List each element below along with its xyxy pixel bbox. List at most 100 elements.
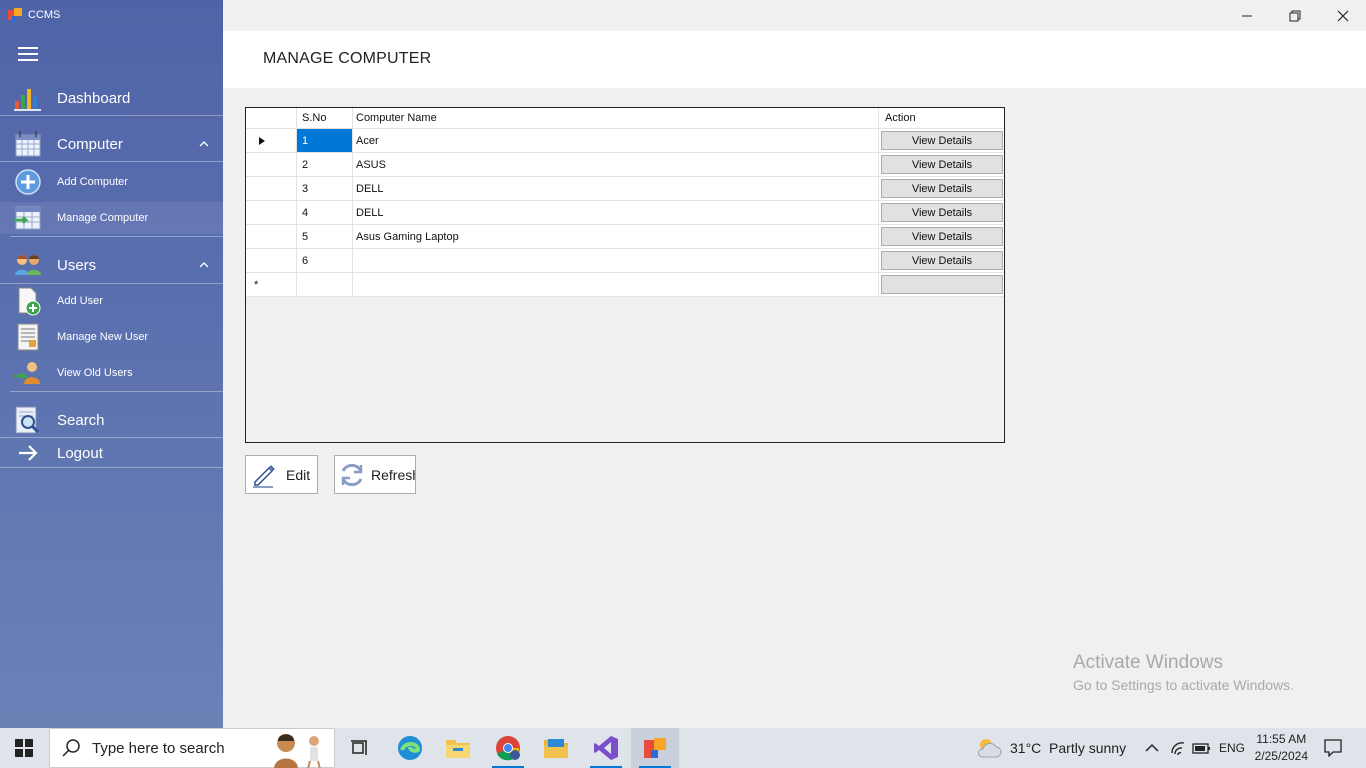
- nav-users[interactable]: Users: [0, 249, 223, 281]
- row-selector[interactable]: [246, 153, 297, 177]
- computer-grid[interactable]: S.No Computer Name Action 1 Acer View De…: [245, 107, 1005, 443]
- battery-icon[interactable]: [1192, 740, 1212, 756]
- cell-sno[interactable]: [297, 273, 353, 297]
- activate-windows-title: Activate Windows: [1073, 652, 1223, 673]
- file-explorer-icon[interactable]: [434, 728, 482, 768]
- cell-computer-name[interactable]: DELL: [353, 201, 879, 225]
- user-arrow-icon: [12, 358, 44, 388]
- weather-partly-sunny-icon[interactable]: [976, 735, 1002, 761]
- table-row[interactable]: 1 Acer View Details: [246, 129, 1004, 153]
- row-selector-icon[interactable]: [246, 129, 297, 153]
- view-details-button[interactable]: View Details: [881, 155, 1003, 174]
- calendar-grid-icon: [12, 129, 44, 159]
- cell-sno[interactable]: 6: [297, 249, 353, 273]
- search-icon: [62, 739, 80, 757]
- nav-view-old-users[interactable]: View Old Users: [0, 357, 223, 389]
- column-header-computer-name[interactable]: Computer Name: [353, 108, 879, 129]
- clock-date: 2/25/2024: [1254, 749, 1308, 763]
- plus-circle-icon: [12, 167, 44, 197]
- cell-computer-name[interactable]: Acer: [353, 129, 879, 153]
- view-details-button[interactable]: View Details: [881, 251, 1003, 270]
- row-selector[interactable]: [246, 177, 297, 201]
- language-indicator[interactable]: ENG: [1219, 741, 1245, 755]
- wifi-icon[interactable]: [1170, 740, 1188, 756]
- new-table-row[interactable]: *: [246, 273, 1004, 297]
- task-view-icon[interactable]: [336, 728, 384, 768]
- table-row[interactable]: 2 ASUS View Details: [246, 153, 1004, 177]
- new-row-marker[interactable]: *: [246, 273, 297, 297]
- arrow-right-icon: [12, 441, 44, 465]
- chrome-icon[interactable]: [484, 728, 532, 768]
- cell-computer-name[interactable]: DELL: [353, 177, 879, 201]
- table-row[interactable]: 5 Asus Gaming Laptop View Details: [246, 225, 1004, 249]
- nav-add-user[interactable]: Add User: [0, 285, 223, 317]
- cell-sno[interactable]: 5: [297, 225, 353, 249]
- nav-manage-computer[interactable]: Manage Computer: [0, 202, 223, 234]
- column-header-sno[interactable]: S.No: [297, 108, 353, 129]
- cell-sno[interactable]: 2: [297, 153, 353, 177]
- add-document-icon: [12, 286, 44, 316]
- folder-icon[interactable]: [532, 728, 580, 768]
- cell-computer-name[interactable]: [353, 249, 879, 273]
- nav-dashboard[interactable]: Dashboard: [0, 82, 223, 114]
- column-header-action[interactable]: Action: [879, 108, 1004, 129]
- row-selector[interactable]: [246, 201, 297, 225]
- close-icon[interactable]: [1320, 0, 1366, 31]
- view-details-button[interactable]: View Details: [881, 179, 1003, 198]
- chevron-up-icon[interactable]: [199, 139, 209, 149]
- minimize-icon[interactable]: [1224, 0, 1270, 31]
- app-title-bar: CCMS: [8, 6, 60, 24]
- row-selector[interactable]: [246, 249, 297, 273]
- table-row[interactable]: 3 DELL View Details: [246, 177, 1004, 201]
- view-details-button[interactable]: View Details: [881, 131, 1003, 150]
- hamburger-menu-icon[interactable]: [18, 47, 38, 61]
- nav-manage-new-user[interactable]: Manage New User: [0, 321, 223, 353]
- nav-dashboard-label: Dashboard: [57, 89, 131, 107]
- nav-logout[interactable]: Logout: [0, 440, 223, 466]
- activate-windows-subtitle: Go to Settings to activate Windows.: [1073, 677, 1294, 693]
- chevron-up-icon[interactable]: [1144, 740, 1160, 756]
- row-header-corner: [246, 108, 297, 129]
- nav-view-old-users-label: View Old Users: [57, 367, 133, 379]
- ccms-app-icon[interactable]: [631, 728, 679, 768]
- notifications-icon[interactable]: [1324, 739, 1342, 757]
- bar-chart-icon: [12, 83, 44, 113]
- weather-text[interactable]: 31°C Partly sunny: [1010, 740, 1126, 756]
- users-icon: [12, 250, 44, 280]
- view-details-button[interactable]: View Details: [881, 227, 1003, 246]
- edit-button-label: Edit: [286, 466, 311, 483]
- cell-computer-name[interactable]: [353, 273, 879, 297]
- cell-sno[interactable]: 3: [297, 177, 353, 201]
- nav-logout-label: Logout: [57, 444, 103, 462]
- pencil-icon: [250, 461, 278, 489]
- page-header: MANAGE COMPUTER: [223, 31, 1366, 88]
- edge-browser-icon[interactable]: [386, 728, 434, 768]
- row-selector[interactable]: [246, 225, 297, 249]
- window-titlebar: [223, 0, 1366, 31]
- view-details-button[interactable]: View Details: [881, 203, 1003, 222]
- document-list-icon: [12, 322, 44, 352]
- edit-button[interactable]: Edit: [245, 455, 318, 494]
- nav-add-computer[interactable]: Add Computer: [0, 166, 223, 198]
- page-title: MANAGE COMPUTER: [263, 50, 432, 67]
- refresh-button[interactable]: Refresh: [334, 455, 416, 494]
- table-row[interactable]: 4 DELL View Details: [246, 201, 1004, 225]
- clock-time: 11:55 AM: [1256, 732, 1307, 746]
- cell-sno[interactable]: 4: [297, 201, 353, 225]
- chevron-up-icon[interactable]: [199, 260, 209, 270]
- nav-computer[interactable]: Computer: [0, 128, 223, 160]
- empty-action-button[interactable]: [881, 275, 1003, 294]
- nav-add-user-label: Add User: [57, 295, 103, 307]
- windows-start-icon[interactable]: [0, 728, 48, 768]
- table-row[interactable]: 6 View Details: [246, 249, 1004, 273]
- restore-icon[interactable]: [1272, 0, 1318, 31]
- taskbar-clock[interactable]: 11:55 AM 2/25/2024: [1255, 731, 1308, 765]
- nav-computer-label: Computer: [57, 135, 123, 153]
- cell-sno[interactable]: 1: [297, 129, 353, 153]
- taskbar-search-input[interactable]: Type here to search: [49, 728, 335, 768]
- table-arrow-icon: [12, 203, 44, 233]
- cell-computer-name[interactable]: ASUS: [353, 153, 879, 177]
- nav-search[interactable]: Search: [0, 404, 223, 436]
- cell-computer-name[interactable]: Asus Gaming Laptop: [353, 225, 879, 249]
- visual-studio-icon[interactable]: [582, 728, 630, 768]
